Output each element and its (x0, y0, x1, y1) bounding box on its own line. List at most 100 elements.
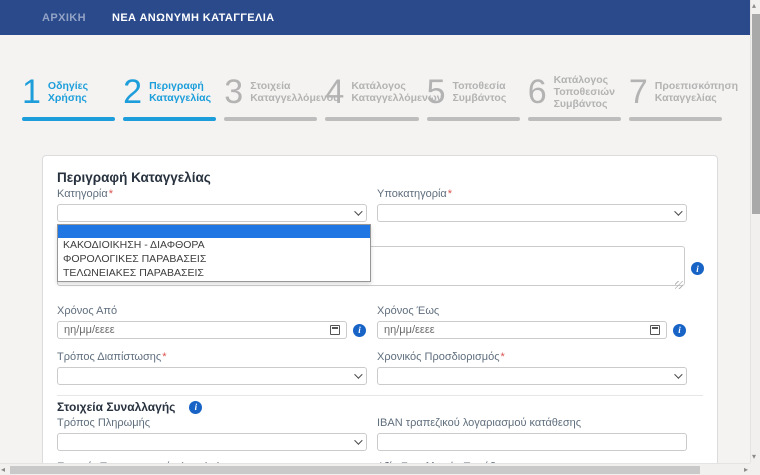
calendar-icon[interactable] (330, 325, 340, 335)
step-head: 2 Περιγραφή Καταγγελίας (123, 72, 216, 112)
transaction-section-title: Στοιχεία Συναλλαγής (57, 400, 175, 414)
nav-item-new-anonymous-complaint[interactable]: ΝΕΑ ΑΝΩΝΥΜΗ ΚΑΤΑΓΓΕΛΙΑ (112, 12, 275, 24)
step-5-incident-location[interactable]: 5 Τοποθεσία Συμβάντος (427, 72, 520, 121)
chevron-down-icon (674, 207, 682, 215)
step-number: 2 (123, 75, 142, 109)
time-specification-label: Χρονικός Προσδιορισμός* (377, 351, 687, 364)
subcategory-select[interactable] (377, 204, 687, 222)
category-select[interactable] (57, 204, 367, 222)
step-label: Περιγραφή Καταγγελίας (149, 80, 216, 104)
horizontal-scrollbar[interactable]: ◂ ▸ (0, 463, 750, 475)
step-4-accused-list[interactable]: 4 Κατάλογος Καταγγελλόμενων (325, 72, 418, 121)
subcategory-label: Υποκατηγορία* (377, 188, 687, 201)
wizard-stepper: 1 Οδηγίες Χρήσης 2 Περιγραφή Καταγγελίας… (22, 72, 722, 121)
detection-method-label: Τρόπος Διαπίστωσης* (57, 351, 367, 364)
scroll-left-arrow-icon[interactable]: ◂ (1, 466, 5, 474)
detection-method-select[interactable] (57, 367, 367, 385)
complaint-description-card: Περιγραφή Καταγγελίας Κατηγορία* ΚΑΚΟΔΙΟ… (42, 155, 718, 475)
step-label: Οδηγίες Χρήσης (48, 80, 115, 104)
step-number: 4 (325, 75, 344, 109)
dropdown-option[interactable]: ΚΑΚΟΔΙΟΙΚΗΣΗ - ΔΙΑΦΘΟΡΑ (58, 238, 370, 252)
category-dropdown-list: ΚΑΚΟΔΙΟΙΚΗΣΗ - ΔΙΑΦΘΟΡΑ ΦΟΡΟΛΟΓΙΚΕΣ ΠΑΡΑ… (57, 224, 371, 282)
step-number: 6 (528, 75, 547, 109)
dropdown-option-empty-selected[interactable] (58, 225, 370, 238)
time-specification-field: Χρονικός Προσδιορισμός* (377, 351, 687, 385)
top-navbar: ΑΡΧΙΚΗ ΝΕΑ ΑΝΩΝΥΜΗ ΚΑΤΑΓΓΕΛΙΑ (0, 0, 750, 35)
scrollbar-corner (750, 463, 760, 475)
step-number: 3 (224, 75, 243, 109)
step-progress-bar (325, 117, 418, 121)
step-progress-bar (22, 117, 115, 121)
step-number: 1 (22, 75, 41, 109)
time-from-input[interactable]: ηη/μμ/εεεε (57, 321, 347, 339)
info-icon[interactable]: i (353, 324, 366, 337)
step-7-complaint-preview[interactable]: 7 Προεπισκόπηση Καταγγελίας (629, 72, 722, 121)
time-from-field: Χρόνος Από ηη/μμ/εεεε i (57, 305, 367, 339)
row-category: Κατηγορία* ΚΑΚΟΔΙΟΙΚΗΣΗ - ΔΙΑΦΘΟΡΑ ΦΟΡΟΛ… (57, 188, 703, 222)
step-label: Προεπισκόπηση Καταγγελίας (655, 80, 738, 104)
payment-method-select[interactable] (57, 433, 367, 451)
step-2-complaint-description[interactable]: 2 Περιγραφή Καταγγελίας (123, 72, 216, 121)
required-mark: * (162, 351, 166, 363)
scroll-right-arrow-icon[interactable]: ▸ (744, 466, 748, 474)
info-icon[interactable]: i (691, 262, 704, 275)
transaction-section-header: Στοιχεία Συναλλαγής i (57, 400, 703, 414)
card-title: Περιγραφή Καταγγελίας (57, 170, 703, 185)
row-payment: Τρόπος Πληρωμής IBAN τραπεζικού λογαριασ… (57, 417, 703, 451)
date-placeholder: ηη/μμ/εεεε (64, 324, 115, 336)
detection-method-field: Τρόπος Διαπίστωσης* (57, 351, 367, 385)
iban-field: IBAN τραπεζικού λογαριασμού κατάθεσης (377, 417, 687, 451)
step-head: 6 Κατάλογος Τοποθεσιών Συμβάντος (528, 72, 621, 112)
step-progress-bar (629, 117, 722, 121)
step-progress-bar (427, 117, 520, 121)
time-to-label: Χρόνος Έως (377, 305, 687, 318)
time-to-wrap: ηη/μμ/εεεε i (377, 321, 687, 339)
dropdown-option[interactable]: ΤΕΛΩΝΕΙΑΚΕΣ ΠΑΡΑΒΑΣΕΙΣ (58, 266, 370, 280)
step-progress-bar (528, 117, 621, 121)
step-3-accused-details[interactable]: 3 Στοιχεία Καταγγελλόμενου (224, 72, 317, 121)
row-method: Τρόπος Διαπίστωσης* Χρονικός Προσδιορισμ… (57, 351, 703, 385)
required-mark: * (448, 188, 452, 200)
info-icon[interactable]: i (673, 324, 686, 337)
time-from-label: Χρόνος Από (57, 305, 367, 318)
scroll-down-arrow-icon[interactable]: ▾ (752, 453, 756, 461)
subcategory-field: Υποκατηγορία* (377, 188, 687, 222)
time-from-wrap: ηη/μμ/εεεε i (57, 321, 367, 339)
required-mark: * (109, 188, 113, 200)
step-head: 3 Στοιχεία Καταγγελλόμενου (224, 72, 317, 112)
row-dates: Χρόνος Από ηη/μμ/εεεε i Χρόνος Έως ηη/μμ… (57, 305, 703, 339)
horizontal-scroll-thumb[interactable] (10, 466, 700, 474)
step-head: 1 Οδηγίες Χρήσης (22, 72, 115, 112)
iban-input[interactable] (377, 433, 687, 451)
time-to-input[interactable]: ηη/μμ/εεεε (377, 321, 667, 339)
step-6-incident-locations-list[interactable]: 6 Κατάλογος Τοποθεσιών Συμβάντος (528, 72, 621, 121)
payment-method-field: Τρόπος Πληρωμής (57, 417, 367, 451)
date-placeholder: ηη/μμ/εεεε (384, 324, 435, 336)
step-head: 7 Προεπισκόπηση Καταγγελίας (629, 72, 722, 112)
step-number: 5 (427, 75, 446, 109)
vertical-scroll-thumb[interactable] (752, 14, 760, 214)
dropdown-option[interactable]: ΦΟΡΟΛΟΓΙΚΕΣ ΠΑΡΑΒΑΣΕΙΣ (58, 252, 370, 266)
step-label: Τοποθεσία Συμβάντος (452, 80, 519, 104)
nav-item-home[interactable]: ΑΡΧΙΚΗ (42, 12, 86, 24)
step-head: 4 Κατάλογος Καταγγελλόμενων (325, 72, 418, 112)
chevron-down-icon (354, 436, 362, 444)
info-icon[interactable]: i (189, 401, 202, 414)
chevron-down-icon (354, 207, 362, 215)
required-mark: * (501, 351, 505, 363)
step-head: 5 Τοποθεσία Συμβάντος (427, 72, 520, 112)
section-divider (57, 395, 703, 396)
payment-method-label: Τρόπος Πληρωμής (57, 417, 367, 430)
calendar-icon[interactable] (650, 325, 660, 335)
chevron-down-icon (354, 370, 362, 378)
step-1-instructions[interactable]: 1 Οδηγίες Χρήσης (22, 72, 115, 121)
vertical-scrollbar[interactable]: ▴ ▾ (750, 0, 760, 463)
step-number: 7 (629, 75, 648, 109)
step-progress-bar (123, 117, 216, 121)
scroll-up-arrow-icon[interactable]: ▴ (752, 2, 756, 10)
time-to-field: Χρόνος Έως ηη/μμ/εεεε i (377, 305, 687, 339)
step-progress-bar (224, 117, 317, 121)
category-label: Κατηγορία* (57, 188, 367, 201)
category-field: Κατηγορία* ΚΑΚΟΔΙΟΙΚΗΣΗ - ΔΙΑΦΘΟΡΑ ΦΟΡΟΛ… (57, 188, 367, 222)
time-specification-select[interactable] (377, 367, 687, 385)
